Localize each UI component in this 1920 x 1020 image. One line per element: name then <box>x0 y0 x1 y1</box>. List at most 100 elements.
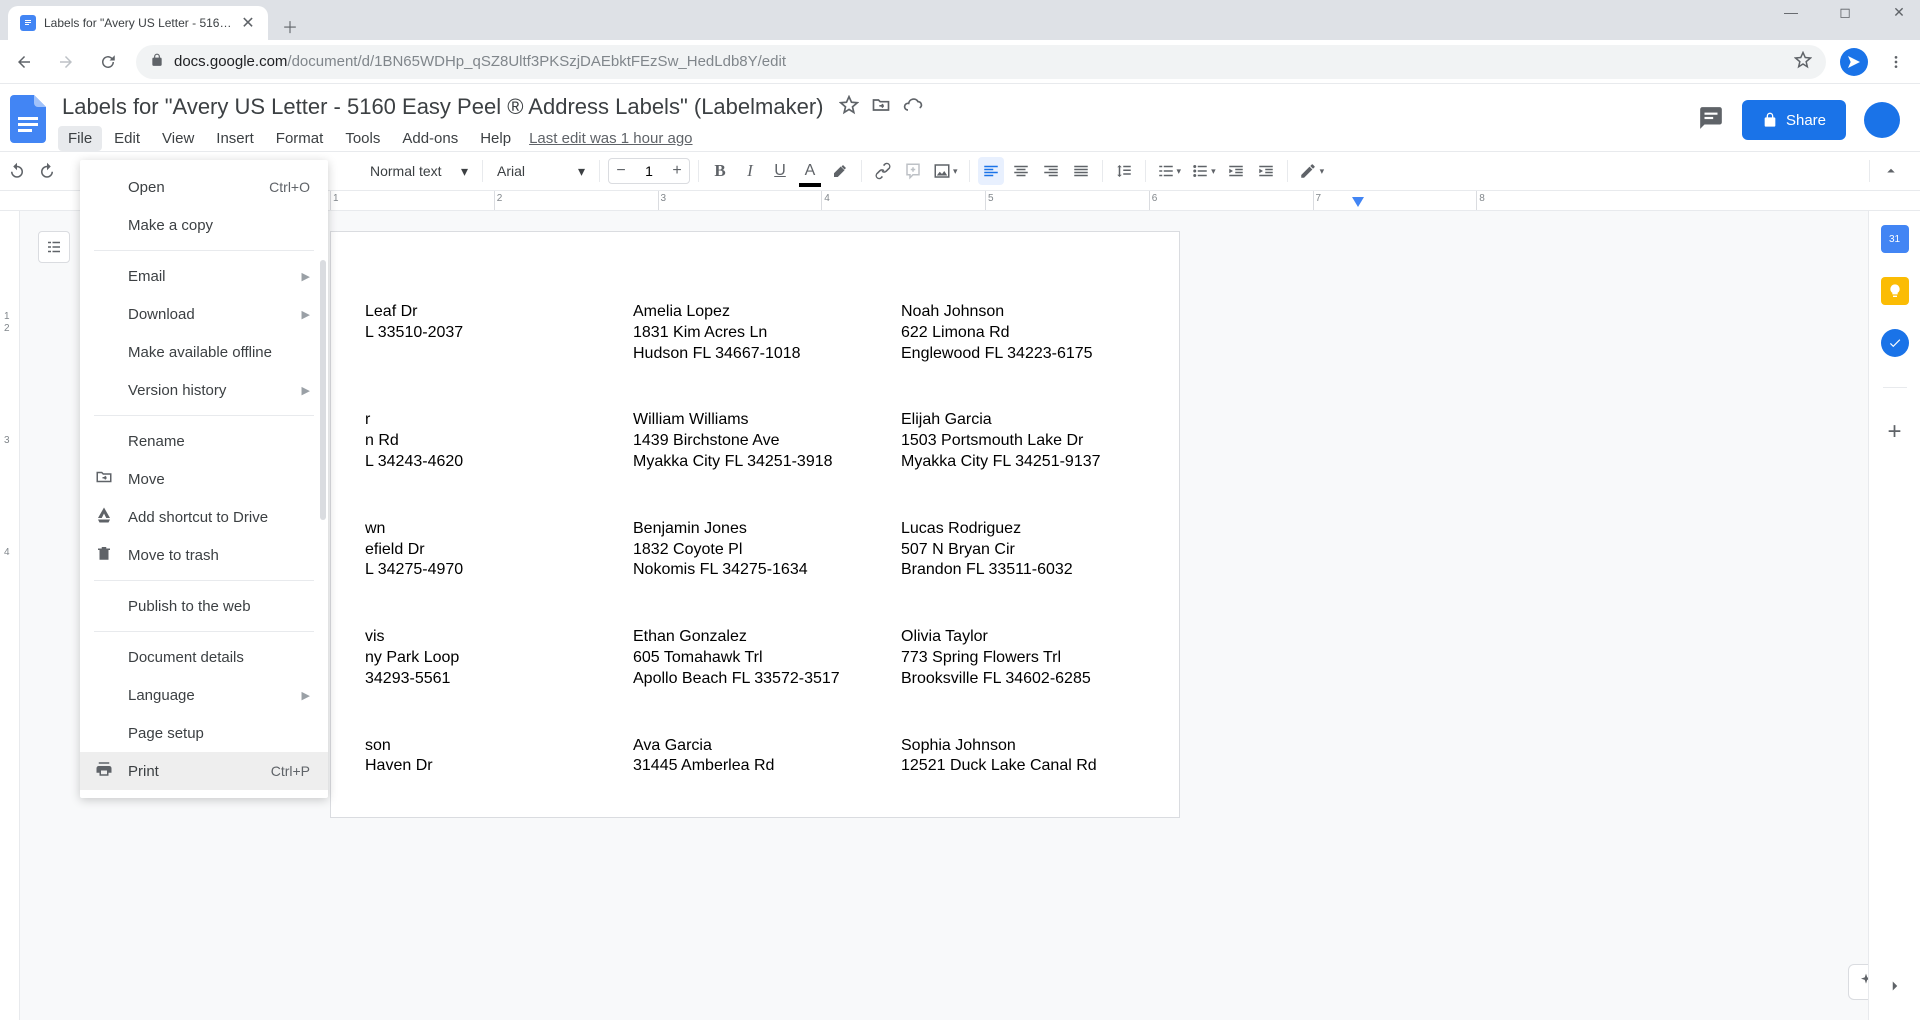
align-center-button[interactable] <box>1008 157 1034 185</box>
menu-item-open[interactable]: OpenCtrl+O <box>80 168 328 206</box>
checklist-button[interactable]: ▾ <box>1154 157 1185 185</box>
share-button[interactable]: Share <box>1742 100 1846 140</box>
menu-file[interactable]: File <box>58 126 102 151</box>
menu-tools[interactable]: Tools <box>335 126 390 151</box>
window-minimize-icon[interactable]: ― <box>1776 4 1806 21</box>
line-spacing-button[interactable] <box>1111 157 1137 185</box>
insert-image-button[interactable]: ▾ <box>930 157 961 185</box>
label-cell[interactable]: William Williams1439 Birchstone AveMyakk… <box>633 410 877 472</box>
star-document-icon[interactable] <box>839 95 859 120</box>
ruler-right-margin-icon[interactable] <box>1352 197 1364 207</box>
menu-item-publish[interactable]: Publish to the web <box>80 587 328 625</box>
menu-insert[interactable]: Insert <box>206 126 264 151</box>
label-cell[interactable]: wnefield DrL 34275-4970 <box>365 519 609 581</box>
menu-item-download[interactable]: Download▶ <box>80 295 328 333</box>
editing-mode-button[interactable]: ▾ <box>1296 157 1328 185</box>
menu-format[interactable]: Format <box>266 126 334 151</box>
calendar-addon-icon[interactable]: 31 <box>1881 225 1909 253</box>
menu-item-add-shortcut[interactable]: Add shortcut to Drive <box>80 498 328 536</box>
profile-avatar-icon[interactable] <box>1840 48 1868 76</box>
menu-item-make-copy[interactable]: Make a copy <box>80 206 328 244</box>
nav-back-button[interactable] <box>10 48 38 76</box>
highlight-button[interactable] <box>827 157 853 185</box>
bookmark-star-icon[interactable] <box>1794 51 1812 73</box>
align-left-button[interactable] <box>978 157 1004 185</box>
label-cell[interactable]: sonHaven Dr <box>365 736 609 778</box>
menu-item-details[interactable]: Document details <box>80 638 328 676</box>
show-outline-button[interactable] <box>38 231 70 263</box>
font-family-select[interactable]: Arial ▾ <box>491 157 591 185</box>
menu-edit[interactable]: Edit <box>104 126 150 151</box>
document-page[interactable]: Leaf DrL 33510-2037 Amelia Lopez1831 Kim … <box>330 231 1180 818</box>
cloud-status-icon[interactable] <box>903 95 923 120</box>
paragraph-style-select[interactable]: Normal text ▾ <box>364 157 474 185</box>
new-tab-button[interactable]: ＋ <box>276 12 304 40</box>
align-justify-button[interactable] <box>1068 157 1094 185</box>
label-cell[interactable]: Lucas Rodriguez507 N Bryan CirBrandon FL… <box>901 519 1145 581</box>
tasks-addon-icon[interactable] <box>1881 329 1909 357</box>
document-title[interactable]: Labels for "Avery US Letter - 5160 Easy … <box>58 92 827 122</box>
label-cell[interactable]: Ava Garcia31445 Amberlea Rd <box>633 736 877 778</box>
menu-help[interactable]: Help <box>470 126 521 151</box>
increase-indent-button[interactable] <box>1253 157 1279 185</box>
bulleted-list-button[interactable]: ▾ <box>1188 157 1219 185</box>
label-cell[interactable]: rn RdL 34243-4620 <box>365 410 609 472</box>
vertical-ruler[interactable]: 1 2 3 4 <box>0 211 20 1020</box>
label-cell[interactable]: visny Park Loop34293-5561 <box>365 627 609 689</box>
browser-tab[interactable]: Labels for "Avery US Letter - 516… ✕ <box>8 6 268 40</box>
menu-item-page-setup[interactable]: Page setup <box>80 714 328 752</box>
bold-button[interactable]: B <box>707 157 733 185</box>
menu-item-language[interactable]: Language▶ <box>80 676 328 714</box>
move-document-icon[interactable] <box>871 95 891 120</box>
text-color-button[interactable]: A <box>797 157 823 185</box>
menu-addons[interactable]: Add-ons <box>392 126 468 151</box>
redo-button[interactable] <box>34 157 60 185</box>
omnibox[interactable]: docs.google.com/document/d/1BN65WDHp_qSZ… <box>136 45 1826 79</box>
font-size-input[interactable] <box>633 162 665 180</box>
nav-reload-button[interactable] <box>94 48 122 76</box>
label-cell[interactable]: Sophia Johnson12521 Duck Lake Canal Rd <box>901 736 1145 778</box>
menu-item-email[interactable]: Email▶ <box>80 257 328 295</box>
decrease-indent-button[interactable] <box>1223 157 1249 185</box>
menu-item-trash[interactable]: Move to trash <box>80 536 328 574</box>
comments-icon[interactable] <box>1698 105 1724 136</box>
nav-forward-button[interactable] <box>52 48 80 76</box>
browser-menu-icon[interactable] <box>1882 48 1910 76</box>
label-cell[interactable]: Elijah Garcia1503 Portsmouth Lake DrMyak… <box>901 410 1145 472</box>
collapse-toolbar-button[interactable] <box>1878 157 1904 185</box>
label-cell[interactable]: Leaf DrL 33510-2037 <box>365 302 609 364</box>
font-size-increase[interactable]: + <box>665 162 689 180</box>
underline-button[interactable]: U <box>767 157 793 185</box>
account-avatar[interactable] <box>1864 102 1900 138</box>
keep-addon-icon[interactable] <box>1881 277 1909 305</box>
menu-view[interactable]: View <box>152 126 204 151</box>
tab-close-icon[interactable]: ✕ <box>240 15 256 31</box>
font-size-stepper[interactable]: − + <box>608 158 690 184</box>
italic-button[interactable]: I <box>737 157 763 185</box>
font-size-decrease[interactable]: − <box>609 162 633 180</box>
menu-item-rename[interactable]: Rename <box>80 422 328 460</box>
lock-icon <box>1762 112 1778 128</box>
label-cell[interactable]: Amelia Lopez1831 Kim Acres LnHudson FL 3… <box>633 302 877 364</box>
window-close-icon[interactable]: ✕ <box>1884 4 1914 21</box>
side-panel: 31 + <box>1868 211 1920 1020</box>
label-cell[interactable]: Olivia Taylor773 Spring Flowers TrlBrook… <box>901 627 1145 689</box>
menu-item-offline[interactable]: Make available offline <box>80 333 328 371</box>
submenu-arrow-icon: ▶ <box>302 270 310 283</box>
docs-logo-icon[interactable] <box>8 92 48 146</box>
menu-item-print[interactable]: PrintCtrl+P <box>80 752 328 790</box>
last-edit-text[interactable]: Last edit was 1 hour ago <box>529 130 692 147</box>
undo-button[interactable] <box>4 157 30 185</box>
insert-link-button[interactable] <box>870 157 896 185</box>
menu-item-version-history[interactable]: Version history▶ <box>80 371 328 409</box>
hide-side-panel-button[interactable] <box>1886 977 1904 1000</box>
label-cell[interactable]: Noah Johnson622 Limona RdEnglewood FL 34… <box>901 302 1145 364</box>
add-comment-button[interactable] <box>900 157 926 185</box>
label-cell[interactable]: Ethan Gonzalez605 Tomahawk TrlApollo Bea… <box>633 627 877 689</box>
align-right-button[interactable] <box>1038 157 1064 185</box>
window-maximize-icon[interactable]: ◻ <box>1830 4 1860 21</box>
menu-item-move[interactable]: Move <box>80 460 328 498</box>
get-addons-button[interactable]: + <box>1887 418 1901 446</box>
menu-scrollbar[interactable] <box>320 260 326 520</box>
label-cell[interactable]: Benjamin Jones1832 Coyote PlNokomis FL 3… <box>633 519 877 581</box>
